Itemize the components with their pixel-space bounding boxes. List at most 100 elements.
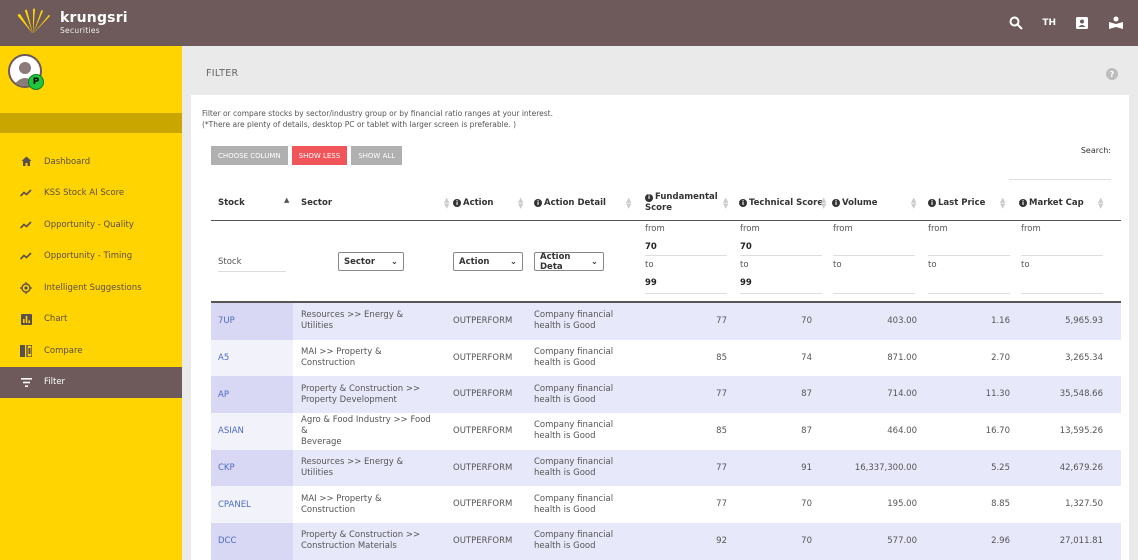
to-label: to — [1021, 260, 1030, 270]
page-title: FILTER — [206, 68, 239, 79]
stock-link[interactable]: DCC — [211, 523, 293, 560]
table-row[interactable]: A5 MAI >> Property & Construction OUTPER… — [211, 339, 1121, 377]
col-sector[interactable]: Sector — [301, 185, 451, 221]
show-all-button[interactable]: SHOW ALL — [351, 146, 403, 165]
sector-cell: Property & Construction >> Construction M… — [301, 523, 436, 560]
help-icon[interactable]: ? — [1106, 68, 1118, 80]
choose-column-button[interactable]: CHOOSE COLUMN — [211, 146, 288, 165]
technical-to-input[interactable]: 99 — [740, 278, 752, 288]
market-cap-from-input[interactable] — [1021, 255, 1103, 256]
action-select[interactable]: Action ⌄ — [453, 252, 523, 271]
select-value: Sector — [344, 256, 376, 267]
action-cell: OUTPERFORM — [453, 315, 513, 326]
sort-icon[interactable]: ▲ ▼ — [821, 197, 826, 210]
stock-filter-input[interactable]: Stock — [218, 257, 242, 267]
col-label: Score — [645, 203, 672, 213]
sector-text: Beverage — [301, 436, 342, 447]
sector-text: Construction Materials — [301, 541, 397, 552]
stock-link[interactable]: CPANEL — [211, 486, 293, 524]
col-stock[interactable]: Stock — [218, 185, 293, 221]
table-row[interactable]: DCC Property & Construction >> Constructi… — [211, 523, 1121, 560]
input-underline — [645, 255, 727, 256]
input-underline — [218, 271, 286, 272]
volume-from-input[interactable] — [833, 255, 915, 256]
sector-select[interactable]: Sector ⌄ — [338, 252, 404, 271]
sidebar-item-chart[interactable]: Chart — [0, 304, 182, 336]
sort-asc-icon[interactable]: ▲ — [284, 197, 289, 204]
sector-cell: Resources >> Energy & Utilities — [301, 450, 436, 487]
detail-text: Company financial — [534, 420, 614, 431]
table-row[interactable]: CPANEL MAI >> Property & Construction OU… — [211, 486, 1121, 524]
sort-icon[interactable]: ▲ ▼ — [911, 197, 916, 210]
sidebar-item-label: Opportunity - Quality — [44, 219, 134, 230]
market-cap-to-input[interactable] — [1021, 293, 1103, 294]
info-icon: i — [453, 199, 461, 207]
fundamental-to-input[interactable]: 99 — [645, 278, 657, 288]
col-fundamental-score[interactable]: i Fundamental Score — [645, 185, 735, 221]
sort-icon[interactable]: ▲ ▼ — [723, 197, 728, 210]
sort-icon[interactable]: ▲ ▼ — [1098, 197, 1103, 210]
stock-link[interactable]: A5 — [211, 339, 293, 377]
stock-link[interactable]: CKP — [211, 449, 293, 487]
volume-to-input[interactable] — [833, 293, 915, 294]
fundamental-cell: 77 — [716, 389, 727, 400]
fundamental-cell: 77 — [716, 315, 727, 326]
detail-text: health is Good — [534, 394, 596, 405]
language-toggle[interactable]: TH — [1042, 18, 1056, 28]
technical-cell: 87 — [801, 425, 812, 436]
sidebar-item-filter[interactable]: Filter — [0, 366, 182, 398]
reader-icon[interactable] — [1108, 15, 1124, 31]
col-technical-score[interactable]: i Technical Score — [739, 185, 829, 221]
action-cell: OUTPERFORM — [453, 425, 513, 436]
last-price-from-input[interactable] — [928, 255, 1010, 256]
table-row[interactable]: CKP Resources >> Energy & Utilities OUTP… — [211, 449, 1121, 487]
sort-icon[interactable]: ▲ ▼ — [1000, 197, 1005, 210]
search-icon[interactable] — [1008, 15, 1024, 31]
col-volume[interactable]: i Volume — [832, 185, 912, 221]
sector-text: Resources >> Energy & Utilities — [301, 310, 404, 332]
brand[interactable]: krungsri Securities — [12, 8, 128, 38]
bar-chart-icon — [20, 313, 32, 325]
sidebar: P Dashboard KSS Stock AI Score Opportuni… — [0, 46, 182, 560]
sidebar-item-intelligent-suggestions[interactable]: Intelligent Suggestions — [0, 272, 182, 304]
top-bar: krungsri Securities TH — [0, 0, 1138, 46]
info-icon: i — [645, 193, 653, 202]
col-action-detail[interactable]: i Action Detail — [534, 185, 634, 221]
contact-card-icon[interactable] — [1074, 15, 1090, 31]
detail-text: Company financial — [534, 530, 614, 541]
last-price-to-input[interactable] — [928, 293, 1010, 294]
from-label: from — [740, 224, 760, 234]
sort-icon[interactable]: ▲ ▼ — [518, 197, 523, 210]
sidebar-item-opportunity-quality[interactable]: Opportunity - Quality — [0, 209, 182, 241]
sidebar-item-compare[interactable]: Compare — [0, 335, 182, 367]
action-detail-cell: Company financial health is Good — [534, 340, 624, 377]
action-cell: OUTPERFORM — [453, 462, 513, 473]
table-row[interactable]: ASIAN Agro & Food Industry >> Food & Beve… — [211, 413, 1121, 450]
sidebar-item-ai-score[interactable]: KSS Stock AI Score — [0, 178, 182, 210]
sort-icon[interactable]: ▲ ▼ — [626, 197, 631, 210]
market-cap-cell: 27,011.81 — [1059, 535, 1103, 546]
sector-text: MAI >> Property & Construction — [301, 493, 382, 515]
table-header: Stock ▲ Sector ▲ ▼ i Action ▲ ▼ i Action Det… — [211, 185, 1121, 221]
action-cell: OUTPERFORM — [453, 352, 513, 363]
stock-link[interactable]: ASIAN — [211, 413, 293, 450]
action-detail-select[interactable]: Action Deta ⌄ — [534, 252, 604, 272]
col-action[interactable]: i Action — [453, 185, 523, 221]
user-strip — [0, 113, 182, 133]
col-label: Action — [463, 198, 494, 208]
table-row[interactable]: 7UP Resources >> Energy & Utilities OUTP… — [211, 303, 1121, 340]
sidebar-item-dashboard[interactable]: Dashboard — [0, 146, 182, 178]
search-input[interactable] — [1009, 179, 1111, 180]
volume-cell: 714.00 — [887, 389, 917, 400]
fundamental-from-input[interactable]: 70 — [645, 242, 657, 252]
col-market-cap[interactable]: i Market Cap — [1019, 185, 1099, 221]
stock-link[interactable]: 7UP — [211, 303, 293, 340]
table-row[interactable]: AP Property & Construction >> Property De… — [211, 376, 1121, 414]
col-last-price[interactable]: i Last Price — [928, 185, 1008, 221]
technical-from-input[interactable]: 70 — [740, 242, 752, 252]
stock-link[interactable]: AP — [211, 376, 293, 414]
sort-icon[interactable]: ▲ ▼ — [444, 197, 449, 210]
sidebar-item-label: Opportunity - Timing — [44, 251, 133, 262]
show-less-button[interactable]: SHOW LESS — [291, 146, 348, 165]
sidebar-item-opportunity-timing[interactable]: Opportunity - Timing — [0, 241, 182, 273]
